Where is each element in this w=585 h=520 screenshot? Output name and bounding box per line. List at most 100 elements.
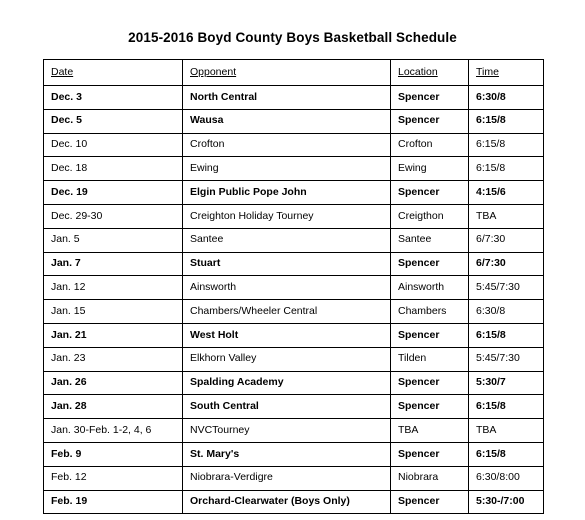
- cell-time: 6/7:30: [468, 251, 544, 277]
- cell-location: Spencer: [390, 489, 469, 515]
- table-row: Dec. 29-30 Creighton Holiday Tourney Creig…: [43, 203, 544, 229]
- table-row: Dec. 10 Crofton Crofton 6:15/8: [43, 132, 544, 158]
- cell-time: 5:30-/7:00: [468, 489, 544, 515]
- cell-location: Spencer: [390, 441, 469, 467]
- table-row: Dec. 3 North Central Spencer 6:30/8: [43, 85, 544, 110]
- cell-time: 5:30/7: [468, 370, 544, 396]
- cell-location: Creigthon: [390, 203, 469, 229]
- cell-opponent: North Central: [182, 85, 391, 110]
- cell-time: 6:30/8:00: [468, 465, 544, 491]
- cell-time: TBA: [468, 203, 544, 229]
- table-row: Jan. 26 Spalding Academy Spencer 5:30/7: [43, 370, 544, 396]
- cell-time: 6:30/8: [468, 299, 544, 324]
- cell-time: 5:45/7:30: [468, 346, 544, 372]
- cell-location: Crofton: [390, 132, 469, 158]
- cell-location: Spencer: [390, 394, 469, 420]
- cell-opponent: South Central: [182, 394, 391, 420]
- cell-time: 6:15/8: [468, 441, 544, 467]
- cell-opponent: Orchard-Clearwater (Boys Only): [182, 489, 391, 515]
- cell-opponent: Niobrara-Verdigre: [182, 465, 391, 491]
- cell-opponent: Ainsworth: [182, 275, 391, 301]
- cell-opponent: St. Mary's: [182, 441, 391, 467]
- table-row: Jan. 23 Elkhorn Valley Tilden 5:45/7:30: [43, 346, 544, 372]
- table-row: Jan. 12 Ainsworth Ainsworth 5:45/7:30: [43, 275, 544, 301]
- table-row: Jan. 15 Chambers/Wheeler Central Chambers 6…: [43, 299, 544, 324]
- cell-location: Spencer: [390, 180, 469, 205]
- document-page: 2015-2016 Boyd County Boys Basketball Sc…: [0, 0, 585, 520]
- cell-time: 4:15/6: [468, 180, 544, 205]
- column-header-time-label: Time: [476, 65, 499, 78]
- table-body: Dec. 3 North Central Spencer 6:30/8 Dec. 5 Wa…: [43, 85, 544, 515]
- table-row: Dec. 19 Elgin Public Pope John Spencer 4:15…: [43, 180, 544, 205]
- cell-date: Jan. 21: [43, 322, 183, 348]
- cell-opponent: Ewing: [182, 156, 391, 182]
- cell-location: Ainsworth: [390, 275, 469, 301]
- cell-opponent: NVCTourney: [182, 418, 391, 443]
- cell-opponent: Wausa: [182, 108, 391, 134]
- cell-opponent: Stuart: [182, 251, 391, 277]
- cell-opponent: Santee: [182, 227, 391, 253]
- column-header-location: Location: [390, 59, 469, 86]
- cell-date: Dec. 5: [43, 108, 183, 134]
- cell-time: TBA: [468, 418, 544, 443]
- cell-time: 6:15/8: [468, 132, 544, 158]
- cell-time: 6/7:30: [468, 227, 544, 253]
- cell-time: 6:15/8: [468, 108, 544, 134]
- cell-opponent: Chambers/Wheeler Central: [182, 299, 391, 324]
- cell-date: Feb. 12: [43, 465, 183, 491]
- cell-date: Jan. 5: [43, 227, 183, 253]
- cell-opponent: Spalding Academy: [182, 370, 391, 396]
- cell-date: Jan. 28: [43, 394, 183, 420]
- cell-time: 6:15/8: [468, 322, 544, 348]
- cell-location: Spencer: [390, 108, 469, 134]
- cell-date: Jan. 23: [43, 346, 183, 372]
- column-header-opponent: Opponent: [182, 59, 391, 86]
- cell-date: Jan. 26: [43, 370, 183, 396]
- cell-location: Spencer: [390, 322, 469, 348]
- table-header: Date Opponent Location Time: [43, 59, 544, 86]
- table-header-row: Date Opponent Location Time: [43, 59, 544, 86]
- cell-date: Jan. 15: [43, 299, 183, 324]
- table-row: Dec. 18 Ewing Ewing 6:15/8: [43, 156, 544, 182]
- table-row: Dec. 5 Wausa Spencer 6:15/8: [43, 108, 544, 134]
- column-header-opponent-label: Opponent: [190, 65, 237, 78]
- cell-date: Dec. 18: [43, 156, 183, 182]
- column-header-date-label: Date: [51, 65, 74, 78]
- cell-location: Niobrara: [390, 465, 469, 491]
- cell-date: Jan. 7: [43, 251, 183, 277]
- cell-time: 6:15/8: [468, 156, 544, 182]
- cell-date: Dec. 19: [43, 180, 183, 205]
- column-header-location-label: Location: [398, 65, 438, 78]
- page-title: 2015-2016 Boyd County Boys Basketball Sc…: [128, 30, 457, 45]
- table-row: Feb. 9 St. Mary's Spencer 6:15/8: [43, 441, 544, 467]
- cell-location: Tilden: [390, 346, 469, 372]
- cell-time: 6:15/8: [468, 394, 544, 420]
- cell-time: 6:30/8: [468, 85, 544, 110]
- cell-location: Ewing: [390, 156, 469, 182]
- cell-date: Jan. 30-Feb. 1-2, 4, 6: [43, 418, 183, 443]
- cell-opponent: Elkhorn Valley: [182, 346, 391, 372]
- table-row: Jan. 30-Feb. 1-2, 4, 6 NVCTourney TBA TBA: [43, 418, 544, 443]
- cell-location: Spencer: [390, 370, 469, 396]
- cell-date: Feb. 9: [43, 441, 183, 467]
- cell-date: Dec. 10: [43, 132, 183, 158]
- cell-location: Spencer: [390, 251, 469, 277]
- basketball-schedule-table: Date Opponent Location Time Dec. 3 North …: [43, 59, 544, 515]
- cell-opponent: Crofton: [182, 132, 391, 158]
- cell-opponent: West Holt: [182, 322, 391, 348]
- cell-date: Dec. 29-30: [43, 203, 183, 229]
- cell-date: Jan. 12: [43, 275, 183, 301]
- table-row: Feb. 19 Orchard-Clearwater (Boys Only) Spe…: [43, 489, 544, 515]
- table-row: Feb. 12 Niobrara-Verdigre Niobrara 6:30/8:0…: [43, 465, 544, 491]
- cell-date: Feb. 19: [43, 489, 183, 515]
- table-row: Jan. 28 South Central Spencer 6:15/8: [43, 394, 544, 420]
- table-row: Jan. 7 Stuart Spencer 6/7:30: [43, 251, 544, 277]
- cell-location: Santee: [390, 227, 469, 253]
- table-row: Jan. 21 West Holt Spencer 6:15/8: [43, 322, 544, 348]
- cell-location: Chambers: [390, 299, 469, 324]
- cell-opponent: Creighton Holiday Tourney: [182, 203, 391, 229]
- cell-location: TBA: [390, 418, 469, 443]
- cell-date: Dec. 3: [43, 85, 183, 110]
- cell-location: Spencer: [390, 85, 469, 110]
- cell-opponent: Elgin Public Pope John: [182, 180, 391, 205]
